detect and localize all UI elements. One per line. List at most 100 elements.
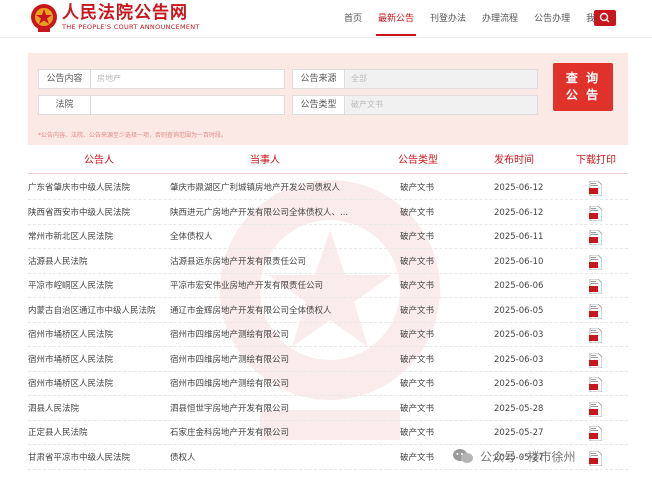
cell-announcer: 甘肃省平凉市中级人民法院 [28, 452, 131, 463]
pdf-download-icon[interactable] [589, 426, 602, 441]
cell-date: 2025-06-11 [494, 232, 544, 242]
court-label: 法院 [38, 95, 90, 115]
cell-party[interactable]: 沽源县远东房地产开发有限责任公司 [170, 250, 306, 274]
site-title[interactable]: 人民法院公告网 [62, 3, 188, 23]
cell-party[interactable]: 泗县恒世宇房地产开发有限公司 [170, 397, 289, 421]
header-type: 公告类型 [398, 155, 438, 166]
cell-party[interactable]: 全体债权人 [170, 225, 213, 249]
table-row[interactable]: 沽源县人民法院 沽源县远东房地产开发有限责任公司 破产文书 2025-06-10 [28, 250, 628, 274]
search-tip: *公告内容、法院、公告来源至少选择一项，否则查询范围为一百时段。 [38, 132, 228, 139]
cell-party[interactable]: 平凉市宏安伟业房地产开发有限责任公司 [170, 274, 323, 298]
cell-date: 2025-06-03 [494, 354, 544, 365]
cell-announcer: 宿州市埇桥区人民法院 [28, 354, 114, 365]
cell-type: 破产文书 [400, 183, 435, 193]
cell-type: 破产文书 [400, 207, 435, 218]
type-select[interactable]: 破产文书 [344, 95, 538, 115]
pdf-download-icon[interactable] [589, 328, 602, 343]
header-download: 下载打印 [576, 155, 616, 166]
search-icon [599, 12, 610, 23]
main-nav: 首页 最新公告 刊登办法 办理流程 公告办理 我的 [336, 0, 612, 38]
court-field: 法院 [38, 95, 285, 115]
table-row[interactable]: 宿州市埇桥区人民法院 宿州市四维房地产测绘有限公司 破产文书 2025-06-03 [28, 348, 628, 372]
table-row[interactable]: 常州市新北区人民法院 全体债权人 破产文书 2025-06-11 [28, 225, 628, 249]
cell-announcer: 内蒙古自治区通辽市中级人民法院 [28, 305, 156, 316]
cell-announcer: 沽源县人民法院 [28, 256, 88, 267]
nav-process[interactable]: 办理流程 [474, 0, 526, 38]
cell-date: 2025-06-03 [494, 330, 544, 340]
content-input[interactable]: 房地产 [90, 69, 285, 89]
source-label: 公告来源 [292, 69, 344, 89]
table-row[interactable]: 平凉市崆峒区人民法院 平凉市宏安伟业房地产开发有限责任公司 破产文书 2025-06-… [28, 274, 628, 298]
table-row[interactable]: 宿州市埇桥区人民法院 宿州市四维房地产测绘有限公司 破产文书 2025-06-03 [28, 372, 628, 396]
pdf-download-icon[interactable] [589, 254, 602, 270]
cell-type: 破产文书 [400, 452, 435, 463]
nav-handle[interactable]: 公告办理 [526, 0, 578, 38]
cell-announcer: 广东省肇庆市中级人民法院 [28, 183, 131, 193]
query-button-label: 查 询 公 告 [565, 71, 601, 102]
content-field: 公告内容 房地产 [38, 69, 285, 89]
nav-home[interactable]: 首页 [336, 0, 370, 38]
wechat-icon [453, 449, 473, 463]
cell-type: 破产文书 [400, 379, 435, 389]
watermark-text: 公众号 · 楼市徐州 [480, 449, 576, 464]
cell-date: 2025-05-28 [494, 403, 544, 414]
pdf-download-icon[interactable] [589, 303, 602, 319]
cell-type: 破产文书 [400, 354, 435, 365]
header-divider [28, 173, 628, 174]
cell-announcer: 泗县人民法院 [28, 403, 80, 414]
cell-date: 2025-06-12 [494, 183, 544, 193]
cell-announcer: 宿州市埇桥区人民法院 [28, 379, 114, 389]
cell-type: 破产文书 [400, 232, 435, 242]
query-button[interactable]: 查 询 公 告 [553, 63, 613, 111]
header-announcer: 公告人 [84, 155, 114, 166]
pdf-download-icon[interactable] [589, 205, 602, 221]
cell-party[interactable]: 肇庆市鼎湖区广利城镇房地产开发公司债权人 [170, 176, 340, 200]
cell-announcer: 平凉市崆峒区人民法院 [28, 281, 114, 291]
cell-announcer: 正定县人民法院 [28, 428, 88, 438]
nav-latest[interactable]: 最新公告 [370, 0, 422, 38]
cell-date: 2025-06-12 [494, 207, 544, 218]
cell-announcer: 陕西省西安市中级人民法院 [28, 207, 131, 218]
court-emblem-icon[interactable] [30, 3, 58, 33]
cell-announcer: 宿州市埇桥区人民法院 [28, 330, 114, 340]
table-row[interactable]: 广东省肇庆市中级人民法院 肇庆市鼎湖区广利城镇房地产开发公司债权人 破产文书 2025… [28, 176, 628, 200]
cell-party[interactable]: 宿州市四维房地产测绘有限公司 [170, 372, 289, 396]
cell-date: 2025-06-03 [494, 379, 544, 389]
site-header: 人民法院公告网 THE PEOPLE'S COURT ANNOUNCEMENT … [0, 0, 652, 38]
table-row[interactable]: 泗县人民法院 泗县恒世宇房地产开发有限公司 破产文书 2025-05-28 [28, 397, 628, 421]
cell-party[interactable]: 宿州市四维房地产测绘有限公司 [170, 323, 289, 347]
header-date: 发布时间 [494, 155, 534, 166]
cell-party[interactable]: 通辽市金辉房地产开发有限公司全体债权人 [170, 299, 332, 323]
table-header: 公告人 当事人 公告类型 发布时间 下载打印 [28, 150, 628, 172]
pdf-download-icon[interactable] [589, 181, 602, 196]
table-row[interactable]: 宿州市埇桥区人民法院 宿州市四维房地产测绘有限公司 破产文书 2025-06-03 [28, 323, 628, 347]
header-search-button[interactable] [594, 10, 616, 26]
pdf-download-icon[interactable] [589, 377, 602, 392]
table-row[interactable]: 陕西省西安市中级人民法院 陕西进元广房地产开发有限公司全体债权人、... 破产文书 2… [28, 201, 628, 225]
pdf-download-icon[interactable] [589, 279, 602, 294]
cell-type: 破产文书 [400, 281, 435, 291]
table-row[interactable]: 正定县人民法院 石家庄金科房地产开发有限公司 破产文书 2025-05-27 [28, 421, 628, 445]
pdf-download-icon[interactable] [589, 230, 602, 245]
court-input[interactable] [90, 95, 285, 115]
table-row[interactable]: 内蒙古自治区通辽市中级人民法院 通辽市金辉房地产开发有限公司全体债权人 破产文书 20… [28, 299, 628, 323]
cell-type: 破产文书 [400, 256, 435, 267]
header-party: 当事人 [250, 155, 280, 166]
cell-type: 破产文书 [400, 403, 435, 414]
content-label: 公告内容 [38, 69, 90, 89]
source-field: 公告来源 全部 [292, 69, 538, 89]
pdf-download-icon[interactable] [589, 352, 602, 368]
cell-type: 破产文书 [400, 330, 435, 340]
cell-party[interactable]: 陕西进元广房地产开发有限公司全体债权人、... [170, 201, 348, 225]
nav-publish-method[interactable]: 刊登办法 [422, 0, 474, 38]
cell-party[interactable]: 债权人 [170, 446, 196, 470]
cell-type: 破产文书 [400, 305, 435, 316]
pdf-download-icon[interactable] [589, 401, 602, 417]
type-field: 公告类型 破产文书 [292, 95, 538, 115]
wechat-watermark: 公众号 · 楼市徐州 [452, 445, 642, 467]
cell-party[interactable]: 石家庄金科房地产开发有限公司 [170, 421, 289, 445]
cell-type: 破产文书 [400, 428, 435, 438]
source-select[interactable]: 全部 [344, 69, 538, 89]
cell-announcer: 常州市新北区人民法院 [28, 232, 114, 242]
cell-party[interactable]: 宿州市四维房地产测绘有限公司 [170, 348, 289, 372]
